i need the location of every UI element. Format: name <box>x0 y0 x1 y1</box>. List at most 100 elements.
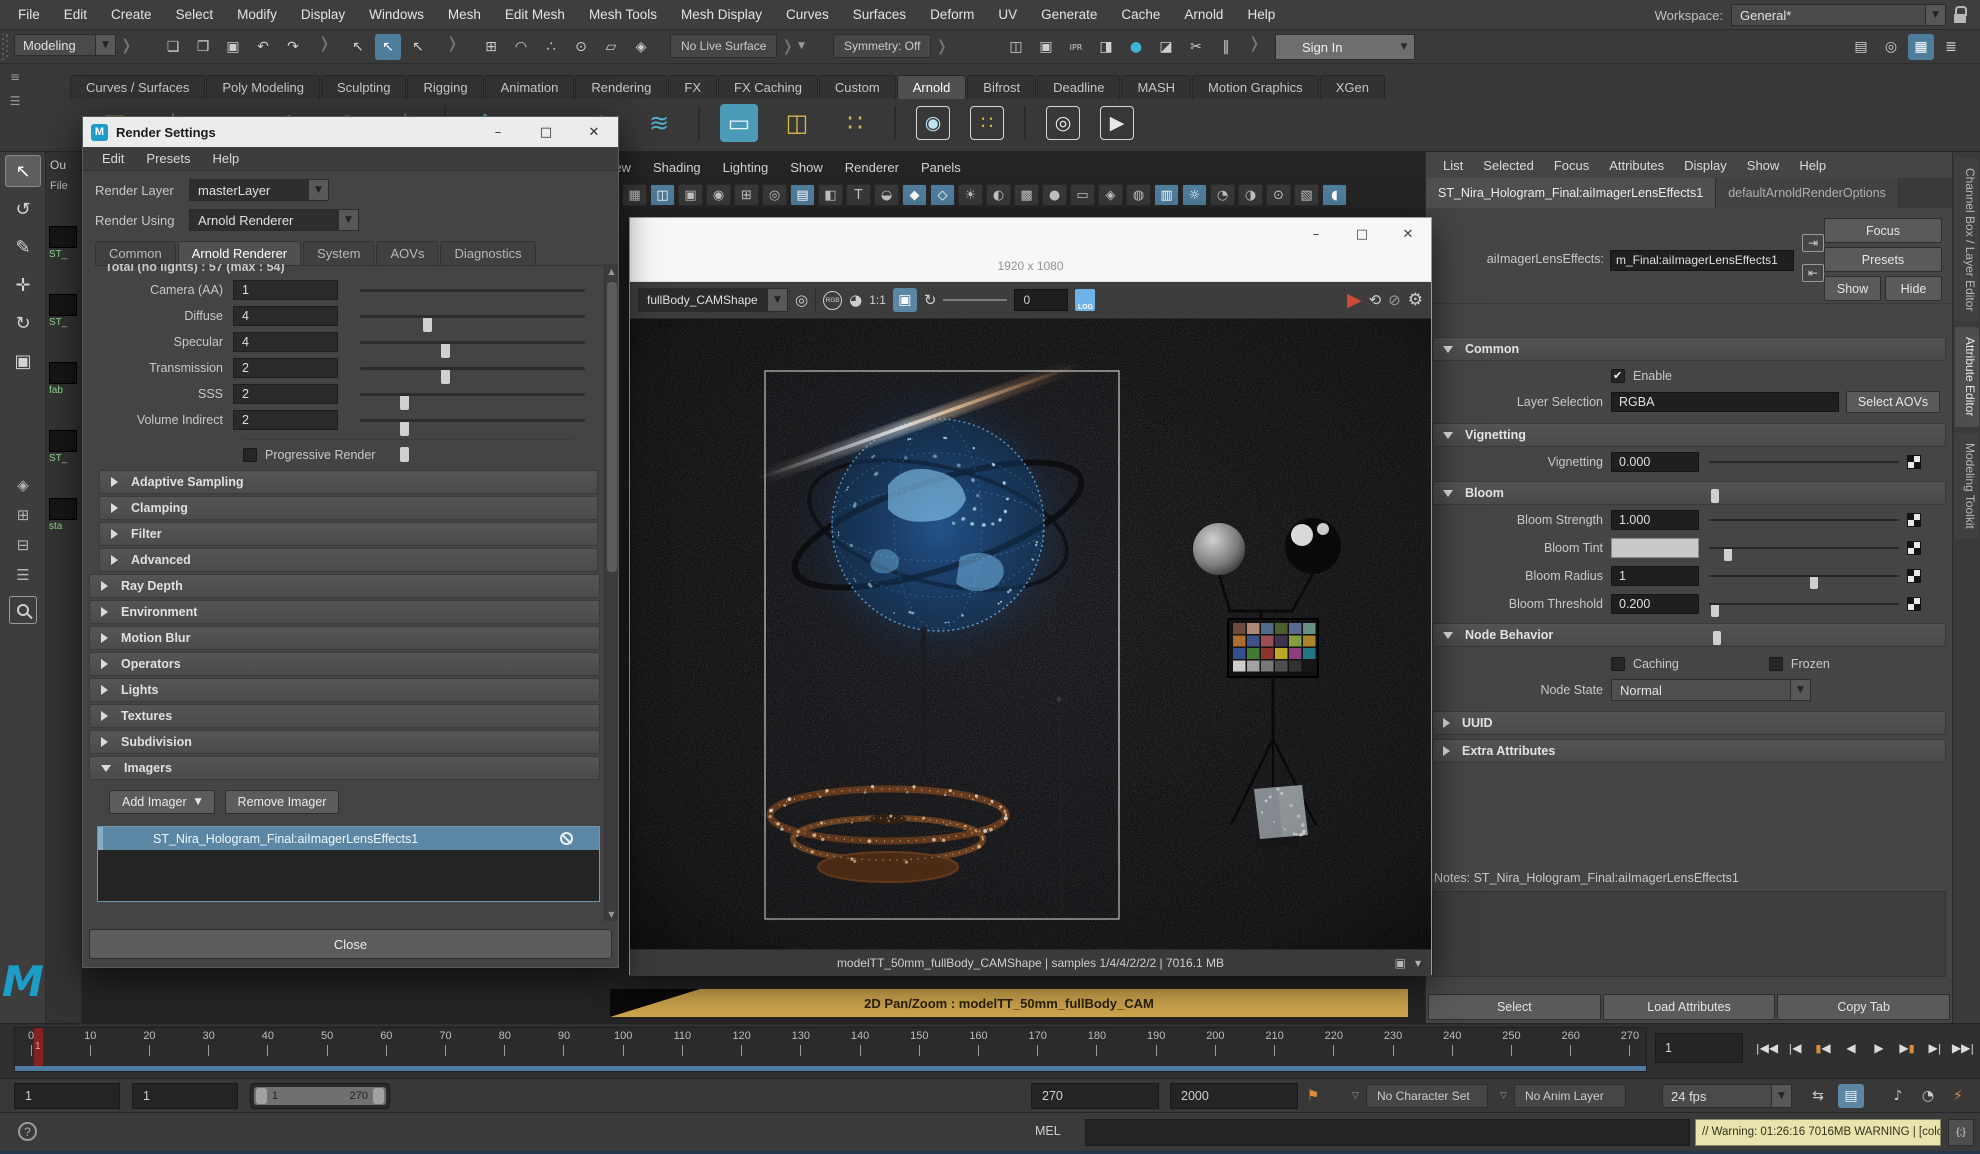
chevron-down-icon[interactable]: ▼ <box>95 35 115 55</box>
attribute-editor-menu-item[interactable]: List <box>1434 158 1472 173</box>
redo-icon[interactable]: ↷ <box>280 34 306 60</box>
shelf-tab[interactable]: Rigging <box>407 75 483 99</box>
minimize-icon[interactable]: – <box>1293 218 1339 251</box>
fps-combo[interactable]: 24 fps ▼ <box>1662 1084 1792 1108</box>
shelf-tab[interactable]: Deadline <box>1037 75 1120 99</box>
render-settings-section-header[interactable]: Textures <box>89 704 600 728</box>
playback-loop-icon[interactable]: ⇆ <box>1805 1084 1831 1108</box>
animation-end-field[interactable]: 2000 <box>1170 1083 1298 1109</box>
chevron-down-icon[interactable]: ▽ <box>1352 1091 1359 1101</box>
time-slider[interactable]: 0102030405060708090100110120130140150160… <box>0 1023 1980 1078</box>
attribute-editor-tab[interactable]: defaultArnoldRenderOptions <box>1716 178 1899 208</box>
menubar-item[interactable]: Deform <box>918 0 986 30</box>
scrollbar-thumb[interactable] <box>607 282 617 572</box>
shelf-tab[interactable]: Animation <box>485 75 575 99</box>
chevron-down-icon[interactable]: ▼ <box>767 289 787 311</box>
outline-list-icon[interactable]: ☰ <box>0 560 46 590</box>
menubar-item[interactable]: Mesh Display <box>669 0 774 30</box>
viewport-tool-icon[interactable]: ☼ <box>1182 184 1207 206</box>
viewport-tool-icon[interactable]: ▦ <box>622 184 647 206</box>
menubar-item[interactable]: File <box>6 0 52 30</box>
play-backwards-icon[interactable]: ◀ <box>1838 1033 1864 1063</box>
go-to-start-icon[interactable]: |◀◀ <box>1754 1033 1780 1063</box>
menubar-item[interactable]: UV <box>986 0 1029 30</box>
output-connections-icon[interactable]: ⇤ <box>1802 264 1824 282</box>
playback-end-field[interactable]: 270 <box>1031 1083 1159 1109</box>
imager-list-item-selected[interactable]: ST_Nira_Hologram_Final:aiImagerLensEffec… <box>98 827 599 850</box>
shelf-icon[interactable] <box>698 106 700 140</box>
viewport-tool-icon[interactable]: ▩ <box>1014 184 1039 206</box>
viewport-menu-item[interactable]: Show <box>783 160 830 175</box>
viewport-tool-icon[interactable]: ◍ <box>1126 184 1151 206</box>
presets-button[interactable]: Presets <box>1824 247 1942 272</box>
attribute-editor-bottom-button[interactable]: Select <box>1428 994 1601 1020</box>
attribute-editor-tab[interactable]: ST_Nira_Hologram_Final:aiImagerLensEffec… <box>1426 178 1716 208</box>
zoom-ratio-label[interactable]: 1:1 <box>869 293 886 307</box>
collapsed-section-header[interactable]: UUID <box>1432 711 1946 735</box>
render-settings-section-header[interactable]: Advanced <box>99 548 598 572</box>
step-forward-key-icon[interactable]: ▶▮ <box>1894 1033 1920 1063</box>
menubar-item[interactable]: Select <box>164 0 226 30</box>
sample-value-field[interactable]: 4 <box>233 306 338 326</box>
maximize-icon[interactable]: □ <box>522 117 570 147</box>
script-editor-icon[interactable]: {;} <box>1948 1119 1974 1146</box>
menubar-item[interactable]: Create <box>99 0 164 30</box>
split-layout-icon[interactable]: ⊟ <box>0 530 46 560</box>
window-titlebar[interactable]: – □ ✕ <box>630 218 1431 251</box>
notes-textarea[interactable] <box>1432 891 1946 977</box>
menubar-item[interactable]: Mesh Tools <box>577 0 669 30</box>
timeline-ruler[interactable]: 0102030405060708090100110120130140150160… <box>14 1027 1647 1072</box>
render-settings-section-header[interactable]: Ray Depth <box>89 574 600 598</box>
attribute-editor-menu-item[interactable]: Focus <box>1545 158 1598 173</box>
list-item[interactable]: fab <box>49 362 81 396</box>
attribute-editor-menu-item[interactable]: Selected <box>1474 158 1543 173</box>
add-imager-button[interactable]: Add Imager▼ <box>109 790 215 814</box>
attribute-editor-menu-item[interactable]: Show <box>1738 158 1789 173</box>
scroll-up-icon[interactable]: ▲ <box>605 264 618 278</box>
lock-icon[interactable] <box>1954 14 1966 23</box>
snapshot-icon[interactable]: ◎ <box>795 291 808 309</box>
sample-value-field[interactable]: 4 <box>233 332 338 352</box>
render-sequence-icon[interactable]: ◪ <box>1153 34 1179 60</box>
attribute-editor-menu-item[interactable]: Attributes <box>1600 158 1673 173</box>
frozen-checkbox[interactable] <box>1769 657 1783 671</box>
render-settings-section-header[interactable]: Motion Blur <box>89 626 600 650</box>
settings-gear-icon[interactable]: ⚙ <box>1408 290 1423 310</box>
viewport-menu-item[interactable]: Panels <box>914 160 968 175</box>
go-to-end-icon[interactable]: ▶▶| <box>1950 1033 1976 1063</box>
viewport-tool-icon[interactable]: ◆ <box>902 184 927 206</box>
focus-button[interactable]: Focus <box>1824 218 1942 243</box>
map-button-icon[interactable] <box>1907 513 1921 527</box>
outliner-menu[interactable]: File <box>46 172 81 192</box>
workspace-combo[interactable]: General* ▼ <box>1731 4 1946 26</box>
shelf-tab[interactable]: FX Caching <box>718 75 818 99</box>
render-view-icon[interactable]: ▭ <box>720 104 758 142</box>
sample-value-field[interactable]: 2 <box>233 384 338 404</box>
render-settings-menu-item[interactable]: Edit <box>93 151 133 166</box>
node-name-field[interactable]: m_Final:aiImagerLensEffects1 <box>1610 250 1794 271</box>
sample-slider[interactable] <box>360 308 585 324</box>
viewport-tool-icon[interactable]: ◎ <box>762 184 787 206</box>
menubar-item[interactable]: Modify <box>225 0 289 30</box>
attribute-value-field[interactable]: 1 <box>1611 566 1699 586</box>
viewport-tool-icon[interactable]: ◑ <box>1238 184 1263 206</box>
chevron-down-icon[interactable]: ▾ <box>1415 956 1421 970</box>
render-frame-icon[interactable]: ◫ <box>1003 34 1029 60</box>
menu-set-combo[interactable]: Modeling ▼ <box>14 34 116 56</box>
render-still-icon[interactable]: ◎ <box>1046 106 1080 140</box>
step-forward-frame-icon[interactable]: ▶| <box>1922 1033 1948 1063</box>
menubar-item[interactable]: Surfaces <box>841 0 918 30</box>
menubar-item[interactable]: Edit Mesh <box>493 0 577 30</box>
pause-icon[interactable]: ‖ <box>1213 34 1239 60</box>
section-header-vignetting[interactable]: Vignetting <box>1432 423 1946 447</box>
render-settings-tab[interactable]: AOVs <box>376 241 438 265</box>
animation-start-field[interactable]: 1 <box>14 1083 120 1109</box>
sidebar-vertical-tab[interactable]: Modeling Toolkit <box>1955 433 1979 539</box>
menubar-item[interactable]: Edit <box>52 0 99 30</box>
section-header-common[interactable]: Common <box>1432 337 1946 361</box>
menubar-item[interactable]: Mesh <box>436 0 493 30</box>
menubar-item[interactable]: Arnold <box>1172 0 1235 30</box>
viewport-tool-icon[interactable]: ◐ <box>986 184 1011 206</box>
close-icon[interactable]: ✕ <box>1385 218 1431 251</box>
current-frame-field[interactable]: 1 <box>1655 1033 1743 1063</box>
